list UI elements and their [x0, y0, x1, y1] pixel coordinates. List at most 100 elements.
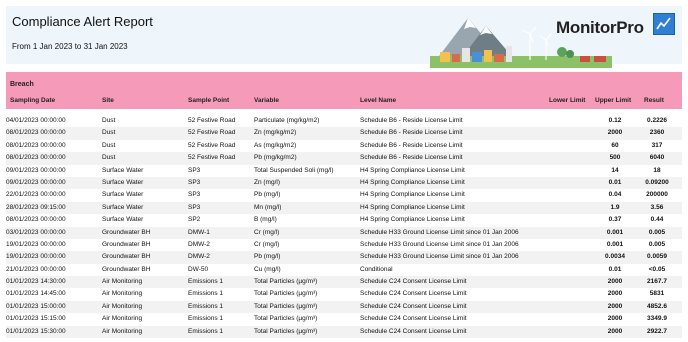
cell-variable: Particulate (mg/kg/m2): [254, 117, 320, 124]
cell-variable: Pb (mg/kg/m2): [254, 154, 297, 162]
cell-result: 5831: [649, 290, 665, 298]
cell-upper-limit: 0.01: [608, 178, 622, 186]
cell-sample-point: 52 Festive Road: [188, 117, 236, 124]
cell-site: Dust: [102, 129, 116, 137]
cell-variable: Pb (mg/l): [254, 253, 281, 261]
column-header-result: Result: [644, 97, 664, 104]
cell-result: 0.005: [648, 240, 666, 248]
cell-sample-point: DMW-2: [188, 240, 210, 248]
cell-variable: Cr (mg/l): [254, 228, 280, 236]
cell-level-name: Schedule B6 - Reside License Limit: [360, 129, 463, 137]
cell-result: 0.0059: [647, 253, 667, 261]
cell-variable: Zn (mg/kg/m2): [254, 129, 297, 137]
cell-result: 0.005: [648, 228, 666, 236]
cell-upper-limit: 2000: [607, 129, 623, 137]
cell-sample-point: 52 Festive Road: [188, 154, 236, 162]
cell-result: 317: [651, 141, 663, 149]
cell-variable: Total Particles (µg/m³): [254, 290, 318, 298]
table-row: 08/01/2023 00:00:00 Dust 52 Festive Road Pb…: [6, 152, 682, 165]
cell-sampling-date: 01/01/2023 15:00:00: [6, 302, 66, 310]
cell-sample-point: SP3: [188, 166, 201, 174]
cell-level-name: Schedule H33 Ground License Limit since …: [360, 253, 519, 261]
cell-level-name: Schedule C24 Consent License Limit: [360, 290, 467, 298]
cell-sampling-date: 08/01/2023 00:00:00: [6, 129, 66, 137]
cell-sample-point: DMW-1: [188, 228, 210, 236]
cell-level-name: Schedule C24 Consent License Limit: [360, 327, 467, 335]
column-header-sampling-date: Sampling Date: [10, 97, 56, 104]
cell-sampling-date: 22/01/2023 00:00:00: [6, 191, 66, 199]
cell-level-name: Schedule B6 - Reside License Limit: [360, 117, 463, 124]
cell-level-name: Schedule H33 Ground License Limit since …: [360, 228, 519, 236]
cell-site: Surface Water: [102, 166, 144, 174]
column-header-level-name: Level Name: [360, 97, 397, 104]
cell-level-name: Schedule H33 Ground License Limit since …: [360, 240, 519, 248]
cell-result: <0.05: [648, 265, 666, 273]
cell-result: 2167.7: [647, 278, 667, 286]
cell-result: 6040: [649, 154, 665, 162]
cell-sampling-date: 01/01/2023 14:45:00: [6, 290, 66, 298]
cell-result: 18: [653, 166, 661, 174]
cell-variable: As (mg/kg/m2): [254, 141, 297, 149]
cell-sampling-date: 03/01/2023 00:00:00: [6, 228, 66, 236]
cell-level-name: Schedule C24 Consent License Limit: [360, 302, 467, 310]
cell-site: Groundwater BH: [102, 265, 151, 273]
cell-upper-limit: 2000: [607, 315, 623, 323]
cell-sampling-date: 19/01/2023 00:00:00: [6, 253, 66, 261]
cell-upper-limit: 0.12: [608, 117, 622, 124]
cell-sampling-date: 21/01/2023 00:00:00: [6, 265, 66, 273]
cell-site: Surface Water: [102, 191, 144, 199]
cell-result: 0.2226: [647, 117, 667, 124]
cell-level-name: H4 Spring Compliance License Limit: [360, 216, 465, 224]
column-header-lower-limit: Lower Limit: [549, 97, 586, 104]
cell-upper-limit: 0.04: [608, 191, 622, 199]
table-row: 22/01/2023 00:00:00 Surface Water SP3 Pb (m…: [6, 189, 682, 201]
cell-variable: Total Particles (µg/m³): [254, 278, 318, 286]
table-row: 21/01/2023 00:00:00 Groundwater BH DW-50 Cu…: [6, 264, 682, 276]
table-row: 19/01/2023 00:00:00 Groundwater BH DMW-2 Cr…: [6, 239, 682, 251]
column-header-site: Site: [102, 97, 114, 104]
cell-result: 2922.7: [647, 327, 667, 335]
cell-level-name: H4 Spring Compliance License Limit: [360, 178, 465, 186]
cell-sample-point: SP3: [188, 203, 201, 211]
table-row: 04/01/2023 00:00:00 Dust 52 Festive Road Pa…: [6, 115, 682, 127]
cell-variable: Total Particles (µg/m³): [254, 327, 318, 335]
table-row: 19/01/2023 00:00:00 Groundwater BH DMW-2 Pb…: [6, 251, 682, 264]
cell-variable: Total Suspended Soli (mg/l): [254, 166, 334, 174]
report-date-range: From 1 Jan 2023 to 31 Jan 2023: [12, 42, 128, 51]
cell-upper-limit: 60: [611, 141, 619, 149]
cell-level-name: H4 Spring Compliance License Limit: [360, 166, 465, 174]
monitorpro-logo: MonitorPro: [556, 18, 644, 37]
cell-upper-limit: 0.0034: [605, 253, 625, 261]
cell-site: Surface Water: [102, 216, 144, 224]
cell-sample-point: Emissions 1: [188, 302, 224, 310]
cell-site: Air Monitoring: [102, 302, 143, 310]
cell-site: Surface Water: [102, 178, 144, 186]
cell-sample-point: SP3: [188, 178, 201, 186]
cell-upper-limit: 1.9: [610, 203, 620, 211]
cell-site: Groundwater BH: [102, 228, 151, 236]
table-row: 01/01/2023 14:30:00 Air Monitoring Emissio…: [6, 276, 682, 289]
table-row: 28/01/2023 09:15:00 Surface Water SP3 Mn (m…: [6, 201, 682, 215]
cell-upper-limit: 14: [611, 166, 619, 174]
cell-sample-point: Emissions 1: [188, 290, 224, 298]
cell-variable: B (mg/l): [254, 216, 277, 224]
cell-variable: Total Particles (µg/m³): [254, 315, 318, 323]
cell-level-name: Schedule B6 - Reside License Limit: [360, 141, 463, 149]
table-row: 08/01/2023 00:00:00 Surface Water SP2 B (mg…: [6, 214, 682, 226]
cell-sampling-date: 01/01/2023 15:15:00: [6, 315, 66, 323]
cell-upper-limit: 2000: [607, 278, 623, 286]
section-title: Breach: [10, 81, 34, 88]
cell-level-name: Schedule B6 - Reside License Limit: [360, 154, 463, 162]
cell-upper-limit: 0.01: [608, 265, 622, 273]
cell-result: 0.44: [650, 216, 664, 224]
table-row: 09/01/2023 00:00:00 Surface Water SP3 Total…: [6, 165, 682, 177]
cell-upper-limit: 2000: [607, 290, 623, 298]
cell-site: Air Monitoring: [102, 290, 143, 298]
cell-level-name: H4 Spring Compliance License Limit: [360, 191, 465, 199]
cell-result: 2360: [649, 129, 665, 137]
cell-variable: Cr (mg/l): [254, 240, 280, 248]
cell-sampling-date: 28/01/2023 09:15:00: [6, 203, 66, 211]
cell-variable: Cu (mg/l): [254, 265, 281, 273]
table-row: 09/01/2023 00:00:00 Surface Water SP3 Zn (m…: [6, 176, 682, 190]
cell-sampling-date: 01/01/2023 14:30:00: [6, 278, 66, 286]
